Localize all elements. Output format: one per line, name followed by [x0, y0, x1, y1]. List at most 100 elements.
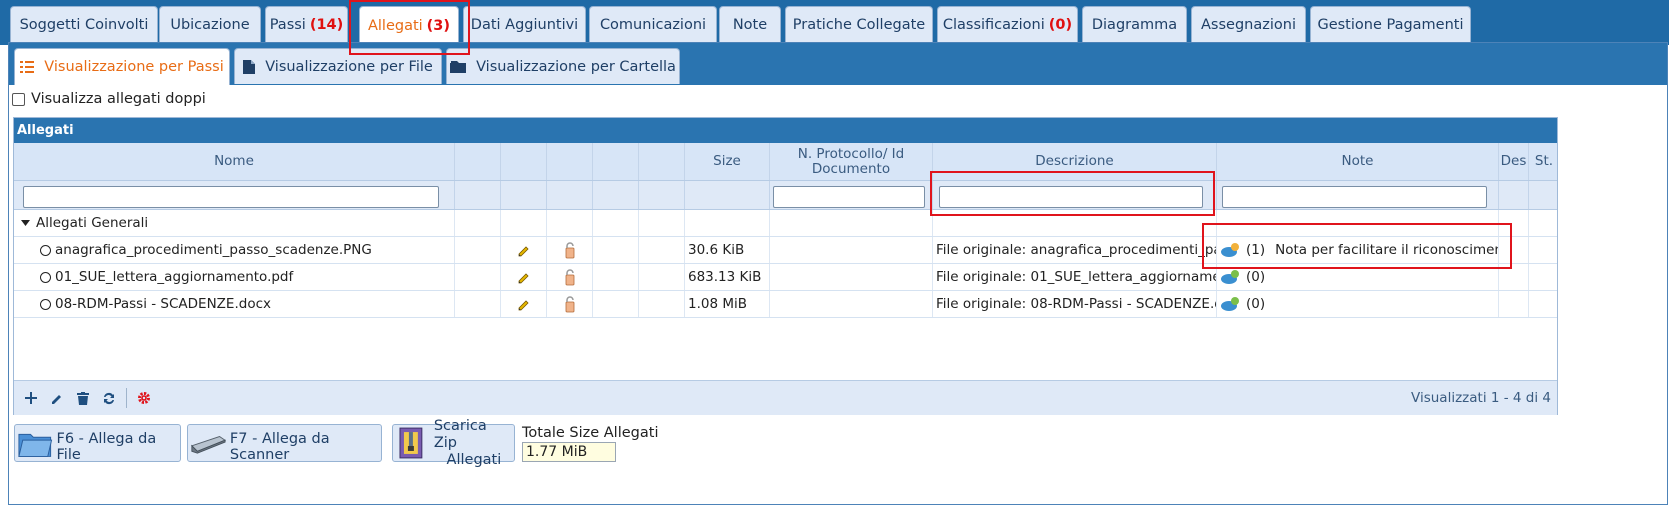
- allegati-grid: Allegati Nome Size N. Protocollo/ Id Doc…: [13, 117, 1558, 415]
- filter-cell-protocollo: [770, 181, 933, 209]
- col-note[interactable]: Note: [1217, 143, 1499, 180]
- show-duplicates-checkbox[interactable]: [12, 92, 25, 106]
- filter-descrizione-input[interactable]: [939, 186, 1203, 208]
- filter-cell-note: [1217, 181, 1499, 209]
- zip-archive-icon: [399, 427, 423, 459]
- note-icon[interactable]: [1220, 242, 1240, 258]
- row-cell: [455, 237, 501, 263]
- refresh-icon[interactable]: [96, 385, 122, 411]
- group-toggle[interactable]: Allegati Generali: [17, 215, 148, 231]
- delete-icon[interactable]: [70, 385, 96, 411]
- filter-cell: [1499, 181, 1529, 209]
- row-cell: [593, 237, 639, 263]
- note-icon[interactable]: [1220, 269, 1240, 285]
- subtab-visualizzazione-file[interactable]: Visualizzazione per File: [234, 48, 442, 84]
- grid-header-row: Nome Size N. Protocollo/ Id Documento De…: [14, 143, 1557, 181]
- pager-info: Visualizzati 1 - 4 di 4: [1411, 390, 1551, 406]
- row-cell: [1529, 291, 1559, 317]
- note-icon[interactable]: [1220, 296, 1240, 312]
- tab-label: Gestione Pagamenti: [1317, 16, 1464, 33]
- scarica-zip-label-2: Allegati: [446, 451, 502, 468]
- row-cell: [639, 210, 685, 236]
- scarica-zip-label-1: Scarica Zip: [433, 417, 487, 451]
- row-descrizione: File originale: 08-RDM-Passi - SCADENZE.…: [933, 291, 1217, 317]
- col-nome[interactable]: Nome: [14, 143, 455, 180]
- add-icon[interactable]: [18, 385, 44, 411]
- col-protocollo[interactable]: N. Protocollo/ Id Documento: [770, 143, 933, 180]
- tab-label: Dati Aggiuntivi: [470, 16, 579, 33]
- allegati-panel: Visualizzazione per Passi Visualizzazion…: [8, 42, 1668, 505]
- allega-da-scanner-label: F7 - Allega da Scanner: [229, 431, 330, 463]
- row-cell: [455, 291, 501, 317]
- row-cell: [1499, 291, 1529, 317]
- row-cell: [455, 264, 501, 290]
- filter-protocollo-input[interactable]: [773, 186, 925, 208]
- subtab-visualizzazione-passi[interactable]: Visualizzazione per Passi: [14, 48, 230, 85]
- col-size[interactable]: Size: [685, 143, 770, 180]
- row-size: 683.13 KiB: [685, 264, 770, 290]
- radio-icon[interactable]: [40, 271, 51, 283]
- table-row[interactable]: 08-RDM-Passi - SCADENZE.docx 1.08 MiB Fi…: [14, 291, 1557, 318]
- scarica-zip-button[interactable]: Scarica Zip Allegati: [392, 418, 515, 468]
- row-cell: [547, 210, 593, 236]
- row-edit-cell: [501, 291, 547, 317]
- filter-cell: [501, 181, 547, 209]
- row-note-count: (1): [1246, 241, 1266, 258]
- col-extra-2: [593, 143, 639, 180]
- edit-icon[interactable]: [44, 385, 70, 411]
- subtab-visualizzazione-cartella[interactable]: Visualizzazione per Cartella: [446, 48, 680, 84]
- tab-note[interactable]: Note: [719, 6, 781, 42]
- row-cell: [639, 237, 685, 263]
- signature-icon[interactable]: [563, 295, 577, 313]
- table-row[interactable]: 01_SUE_lettera_aggiornamento.pdf 683.13 …: [14, 264, 1557, 291]
- tab-diagramma[interactable]: Diagramma: [1082, 6, 1187, 42]
- sub-tab-bar: Visualizzazione per Passi Visualizzazion…: [9, 43, 1667, 85]
- tab-ubicazione[interactable]: Ubicazione: [159, 6, 261, 42]
- allega-da-file-button[interactable]: F6 - Allega da File: [14, 424, 181, 463]
- settings-icon[interactable]: [131, 385, 157, 411]
- tab-count: (14): [309, 16, 344, 33]
- tab-comunicazioni[interactable]: Comunicazioni: [589, 6, 717, 42]
- radio-icon[interactable]: [40, 298, 51, 310]
- pencil-icon[interactable]: [517, 243, 531, 257]
- table-row[interactable]: anagrafica_procedimenti_passo_scadenze.P…: [14, 237, 1557, 264]
- row-cell: [1529, 264, 1559, 290]
- main-tab-bar: Soggetti Coinvolti Ubicazione Passi (14)…: [0, 0, 1669, 45]
- pencil-icon[interactable]: [517, 297, 531, 311]
- row-protocollo: [770, 291, 933, 317]
- tab-pratiche-collegate[interactable]: Pratiche Collegate: [785, 6, 933, 42]
- filter-nome-input[interactable]: [23, 186, 439, 208]
- row-note-count: (0): [1246, 268, 1266, 285]
- tab-allegati[interactable]: Allegati (3): [359, 6, 459, 45]
- row-cell: [933, 210, 1217, 236]
- totale-size-label: Totale Size Allegati: [522, 425, 659, 441]
- filter-cell-nome: [14, 181, 455, 209]
- signature-icon[interactable]: [563, 268, 577, 286]
- filter-note-input[interactable]: [1222, 186, 1487, 208]
- filter-cell: [455, 181, 501, 209]
- grid-toolbar: Visualizzati 1 - 4 di 4: [14, 380, 1557, 415]
- tab-label: Allegati: [367, 18, 423, 34]
- tab-assegnazioni[interactable]: Assegnazioni: [1191, 6, 1306, 42]
- pencil-icon[interactable]: [517, 270, 531, 284]
- row-cell: [501, 210, 547, 236]
- toolbar-separator: [126, 388, 127, 408]
- allega-da-scanner-button[interactable]: F7 - Allega da Scanner: [187, 424, 382, 463]
- col-des[interactable]: Des: [1499, 143, 1529, 180]
- row-cell: [770, 210, 933, 236]
- radio-icon[interactable]: [40, 244, 51, 256]
- tab-classificazioni[interactable]: Classificazioni (0): [937, 6, 1078, 42]
- row-cell: [685, 210, 770, 236]
- row-cell: [1217, 210, 1499, 236]
- tab-label: Passi: [269, 16, 306, 33]
- signature-icon[interactable]: [563, 241, 577, 259]
- tab-soggetti-coinvolti[interactable]: Soggetti Coinvolti: [10, 6, 158, 42]
- col-st[interactable]: St.: [1529, 143, 1559, 180]
- allega-da-file-label: F6 - Allega da File: [56, 431, 157, 463]
- tab-gestione-pagamenti[interactable]: Gestione Pagamenti: [1310, 6, 1471, 42]
- tab-passi[interactable]: Passi (14): [265, 6, 348, 42]
- tab-dati-aggiuntivi[interactable]: Dati Aggiuntivi: [463, 6, 586, 42]
- row-size: 1.08 MiB: [685, 291, 770, 317]
- col-descrizione[interactable]: Descrizione: [933, 143, 1217, 180]
- group-row[interactable]: Allegati Generali: [14, 210, 1557, 237]
